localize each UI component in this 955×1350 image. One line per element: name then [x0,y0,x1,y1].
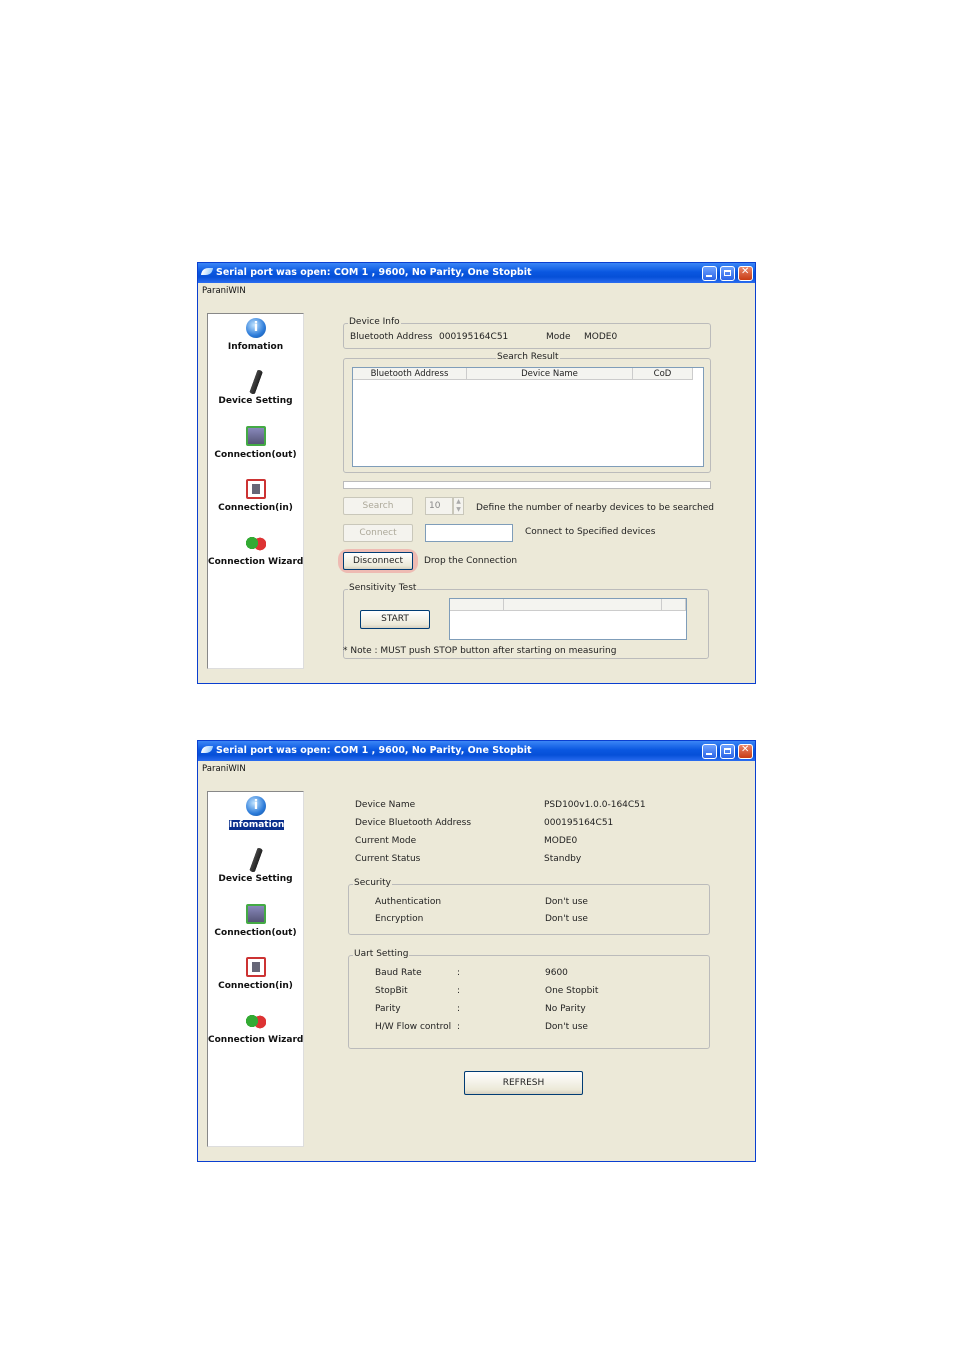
menu-paraniwin[interactable]: ParaniWIN [202,286,246,296]
flow-control-label: H/W Flow control [375,1022,452,1032]
sensitivity-test-legend: Sensitivity Test [348,583,418,593]
column-header-device-name[interactable]: Device Name [467,368,633,380]
search-result-legend: Search Result [496,352,560,362]
disconnect-button[interactable]: Disconnect [343,552,413,570]
connect-button[interactable]: Connect [343,524,413,542]
sidebar-item-label: Connection Wizard [208,557,304,567]
stopbit-label: StopBit [375,986,408,996]
sensitivity-column-header [450,599,504,611]
connection-out-icon [246,904,266,924]
search-progress-bar [343,481,711,489]
start-button[interactable]: START [360,610,430,629]
connect-address-input[interactable] [425,524,513,542]
app-logo-icon [200,268,214,275]
bluetooth-dongle-icon [242,846,270,874]
sidebar-item-label: Connection Wizard [208,1035,304,1045]
app-logo-icon [200,746,214,753]
sidebar-item-label: Connection(out) [214,928,297,938]
menu-paraniwin[interactable]: ParaniWIN [202,764,246,774]
mode-label: Mode [546,332,571,342]
device-info-group: Device Info Bluetooth Address 000195164C… [343,317,711,349]
search-description: Define the number of nearby devices to b… [476,503,715,513]
title-bar[interactable]: Serial port was open: COM 1 , 9600, No P… [198,741,755,761]
close-button[interactable] [738,744,753,759]
minimize-button[interactable] [702,266,717,281]
sidebar-item-label: Device Setting [218,396,293,406]
authentication-value: Don't use [545,897,588,907]
current-mode-label: Current Mode [355,836,417,846]
paraniwin-window-information: Serial port was open: COM 1 , 9600, No P… [197,740,756,1162]
disconnect-description: Drop the Connection [424,556,518,566]
search-result-group: Search Result Bluetooth Address Device N… [343,352,711,473]
device-name-label: Device Name [355,800,416,810]
sidebar-item-label: Connection(in) [218,981,293,991]
sidebar-item-label: Device Setting [218,874,293,884]
window-title: Serial port was open: COM 1 , 9600, No P… [216,267,532,278]
sensitivity-test-group: Sensitivity Test START * Note : MUST pus… [343,583,709,659]
parity-value: No Parity [545,1004,586,1014]
device-bt-address-value: 000195164C51 [544,818,614,828]
info-icon: i [246,796,266,816]
encryption-value: Don't use [545,914,588,924]
uart-setting-group: Uart Setting Baud Rate : 9600 StopBit : … [348,949,710,1049]
sidebar-item-label: Infomation [229,820,285,830]
connection-wizard-icon [246,1011,266,1031]
sensitivity-result-list[interactable] [449,598,687,640]
current-mode-value: MODE0 [544,836,578,846]
bt-address-value: 000195164C51 [439,332,509,342]
search-count-spinner[interactable]: ▲ ▼ [453,497,464,515]
bt-address-label: Bluetooth Address [350,332,433,342]
maximize-button[interactable] [720,266,735,281]
maximize-button[interactable] [720,744,735,759]
search-count-input[interactable]: 10 [425,497,453,515]
search-result-list[interactable]: Bluetooth Address Device Name CoD [352,367,704,467]
sidebar: i Infomation Device Setting Connection(o… [207,313,304,669]
sidebar-item-label: Infomation [227,342,284,352]
paraniwin-window-connection-in: Serial port was open: COM 1 , 9600, No P… [197,262,756,684]
sensitivity-column-header [504,599,662,611]
stopbit-value: One Stopbit [545,986,599,996]
uart-setting-legend: Uart Setting [353,949,410,959]
window-title: Serial port was open: COM 1 , 9600, No P… [216,745,532,756]
connection-in-icon [246,479,266,499]
connect-description: Connect to Specified devices [525,527,656,537]
stopbit-separator: : [457,986,461,996]
connection-in-icon [246,957,266,977]
title-bar[interactable]: Serial port was open: COM 1 , 9600, No P… [198,263,755,283]
sensitivity-note: * Note : MUST push STOP button after sta… [343,646,617,656]
parity-separator: : [457,1004,461,1014]
current-status-label: Current Status [355,854,421,864]
column-header-cod[interactable]: CoD [633,368,693,380]
refresh-button[interactable]: REFRESH [464,1071,583,1095]
authentication-label: Authentication [375,897,442,907]
bluetooth-dongle-icon [242,368,270,396]
parity-label: Parity [375,1004,401,1014]
security-group: Security Authentication Don't use Encryp… [348,878,710,935]
security-legend: Security [353,878,392,888]
flow-control-value: Don't use [545,1022,588,1032]
sensitivity-column-header [662,599,686,611]
sidebar-item-label: Connection(out) [214,450,297,460]
sidebar: i Infomation Device Setting Connection(o… [207,791,304,1147]
baud-rate-value: 9600 [545,968,568,978]
encryption-label: Encryption [375,914,424,924]
device-info-legend: Device Info [348,317,401,327]
baud-rate-separator: : [457,968,461,978]
minimize-button[interactable] [702,744,717,759]
mode-value: MODE0 [584,332,618,342]
flow-control-separator: : [457,1022,461,1032]
device-bt-address-label: Device Bluetooth Address [355,818,472,828]
connection-wizard-icon [246,533,266,553]
sidebar-item-label: Connection(in) [218,503,293,513]
device-name-value: PSD100v1.0.0-164C51 [544,800,646,810]
close-button[interactable] [738,266,753,281]
baud-rate-label: Baud Rate [375,968,422,978]
info-icon: i [246,318,266,338]
current-status-value: Standby [544,854,582,864]
connection-out-icon [246,426,266,446]
search-button[interactable]: Search [343,497,413,515]
column-header-bt-address[interactable]: Bluetooth Address [353,368,467,380]
